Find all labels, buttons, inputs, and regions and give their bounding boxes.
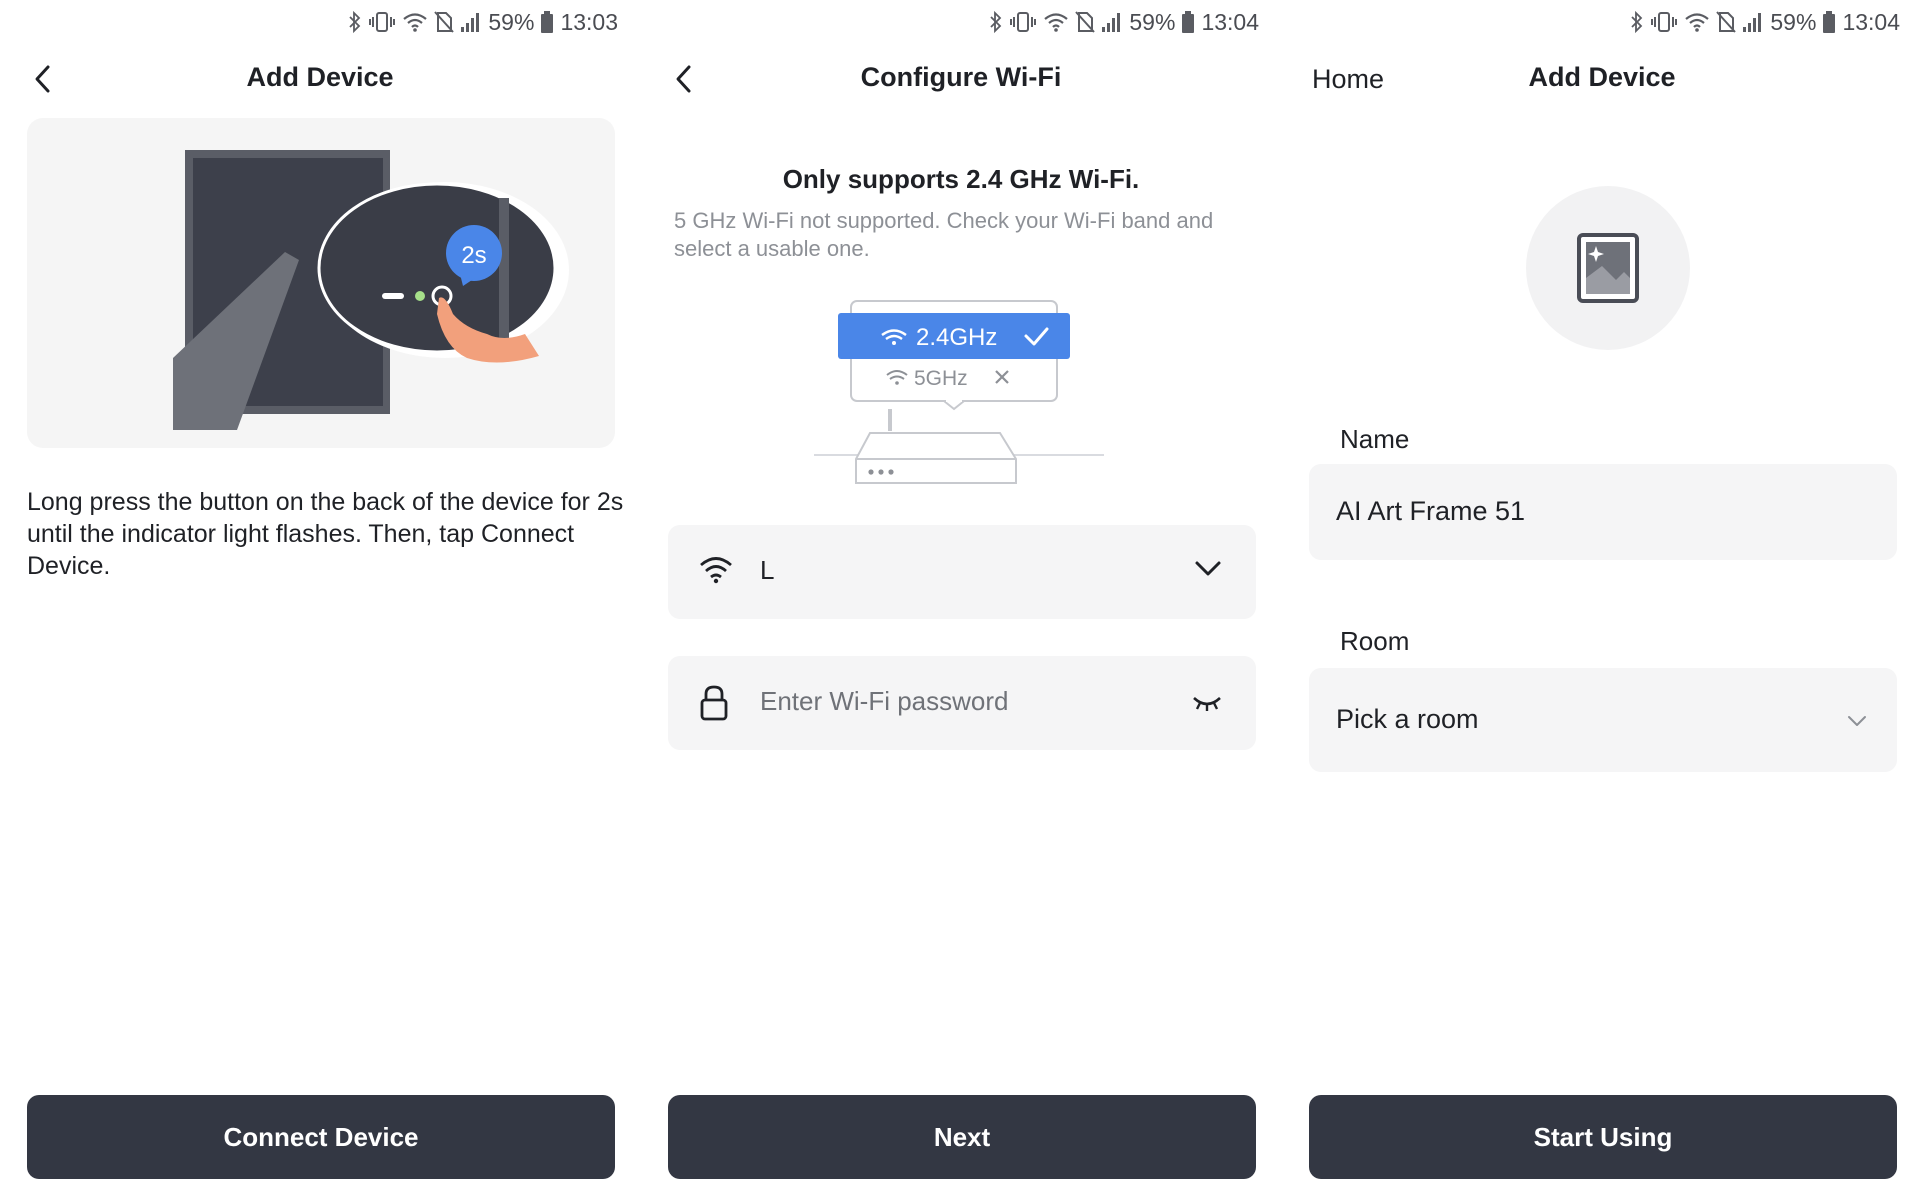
chevron-down-icon[interactable] [1194,559,1222,579]
device-name-value: AI Art Frame 51 [1336,496,1526,526]
band-2-4ghz: 2.4GHz [916,324,997,351]
wifi-icon [700,557,732,584]
timer-badge: 2s [461,242,486,269]
signal-icon [1743,13,1762,32]
status-bar: 59% 13:04 [989,6,1259,38]
battery-icon [1182,11,1195,33]
vibrate-icon [1651,12,1678,32]
battery-percent: 59% [488,8,535,35]
lock-icon [700,685,728,721]
status-bar: 59% 13:04 [1630,6,1900,38]
wifi-network-select[interactable]: L [668,525,1256,619]
instruction-text: Long press the button on the back of the… [27,488,624,580]
room-select[interactable]: Pick a room [1309,668,1897,772]
wifi-ssid: L [760,555,775,585]
wifi-icon [1044,13,1069,32]
wifi-password-field[interactable]: Enter Wi-Fi password [668,656,1256,750]
no-sim-icon [1716,11,1737,33]
device-avatar[interactable] [1526,186,1690,350]
bluetooth-icon [1631,10,1643,34]
clock: 13:03 [560,8,618,35]
status-bar: 59% 13:03 [348,6,618,38]
wifi-band-warning-text: 5 GHz Wi-Fi not supported. Check your Wi… [674,208,1214,261]
picture-frame-icon [1577,233,1639,303]
battery-percent: 59% [1770,8,1817,35]
wifi-band-illustration: 2.4GHz 5GHz [814,300,1104,484]
battery-icon [1823,11,1836,33]
signal-icon [461,13,480,32]
battery-icon [541,11,554,33]
device-illustration: 2s [27,118,615,448]
start-using-button[interactable]: Start Using [1309,1095,1897,1179]
vibrate-icon [1010,12,1037,32]
no-sim-icon [1075,11,1096,33]
chevron-down-icon [1848,716,1866,726]
page-title: Configure Wi-Fi [860,62,1062,92]
wifi-icon [403,13,428,32]
next-button[interactable]: Next [668,1095,1256,1179]
bluetooth-icon [349,10,361,34]
room-placeholder: Pick a room [1336,704,1479,734]
bluetooth-icon [990,10,1002,34]
vibrate-icon [369,12,396,32]
configure-wifi-screen: 59% 13:04 Configure Wi-Fi Only supports … [641,0,1281,1189]
wifi-band-warning-title: Only supports 2.4 GHz Wi-Fi. [782,164,1140,194]
clock: 13:04 [1201,8,1259,35]
name-label: Name [1340,424,1410,454]
battery-percent: 59% [1129,8,1176,35]
no-sim-icon [434,11,455,33]
page-title: Add Device [1528,62,1676,92]
eye-closed-icon[interactable] [1192,694,1222,712]
clock: 13:04 [1842,8,1900,35]
band-5ghz: 5GHz [914,367,968,390]
signal-icon [1102,13,1121,32]
device-details-screen: 59% 13:04 Home Add Device Name AI Art Fr… [1282,0,1920,1189]
page-title: Add Device [246,62,394,92]
device-name-input[interactable]: AI Art Frame 51 [1309,464,1897,560]
add-device-screen: 59% 13:03 Add Device 2s Long press the b… [0,0,640,1189]
connect-device-button[interactable]: Connect Device [27,1095,615,1179]
password-input[interactable]: Enter Wi-Fi password [760,686,1009,717]
room-label: Room [1340,626,1410,656]
wifi-icon [1685,13,1710,32]
